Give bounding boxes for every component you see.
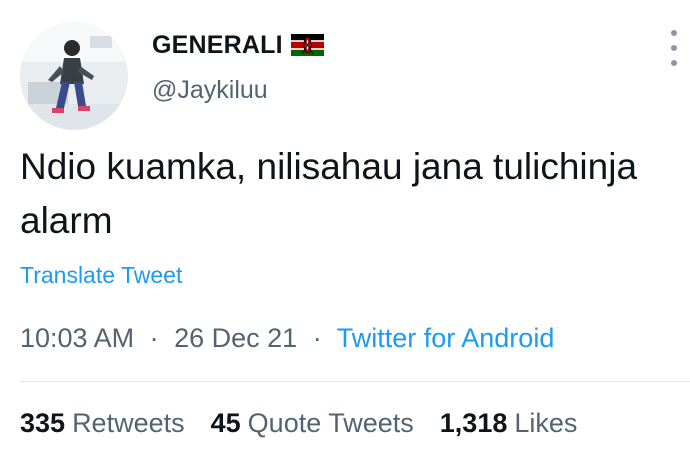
meta-separator: ·	[312, 323, 322, 353]
kenya-flag-icon	[290, 34, 324, 56]
likes-label: Likes	[514, 408, 578, 438]
retweets-label: Retweets	[72, 408, 185, 438]
tweet-date[interactable]: 26 Dec 21	[174, 323, 297, 353]
tweet-meta: 10:03 AM · 26 Dec 21 · Twitter for Andro…	[20, 323, 554, 354]
avatar[interactable]	[20, 22, 128, 130]
quote-tweets-label: Quote Tweets	[247, 408, 414, 438]
quote-tweets-count: 45	[210, 408, 241, 438]
translate-tweet-link[interactable]: Translate Tweet	[20, 262, 182, 289]
user-handle[interactable]: @Jaykiluu	[152, 76, 268, 105]
likes-count: 1,318	[439, 408, 508, 438]
avatar-photo	[20, 22, 128, 130]
retweets-count: 335	[20, 408, 66, 438]
likes-stat[interactable]: 1,318 Likes	[440, 408, 578, 439]
tweet-detail: GENERALI @Jaykiluu Ndio kuamka, nilisaha…	[0, 0, 690, 465]
quote-tweets-stat[interactable]: 45 Quote Tweets	[211, 408, 414, 439]
more-dot	[671, 30, 677, 36]
more-vertical-icon[interactable]	[662, 30, 686, 66]
author-name-row[interactable]: GENERALI	[152, 28, 324, 62]
tweet-source-link[interactable]: Twitter for Android	[337, 323, 555, 353]
retweets-stat[interactable]: 335 Retweets	[20, 408, 185, 439]
tweet-time[interactable]: 10:03 AM	[20, 323, 134, 353]
more-dot	[671, 60, 677, 66]
display-name[interactable]: GENERALI	[152, 31, 283, 60]
more-dot	[671, 45, 677, 51]
meta-separator: ·	[149, 323, 159, 353]
tweet-stats: 335 Retweets 45 Quote Tweets 1,318 Likes	[20, 408, 603, 439]
divider	[20, 381, 690, 382]
tweet-text: Ndio kuamka, nilisahau jana tulichinja a…	[20, 146, 638, 241]
